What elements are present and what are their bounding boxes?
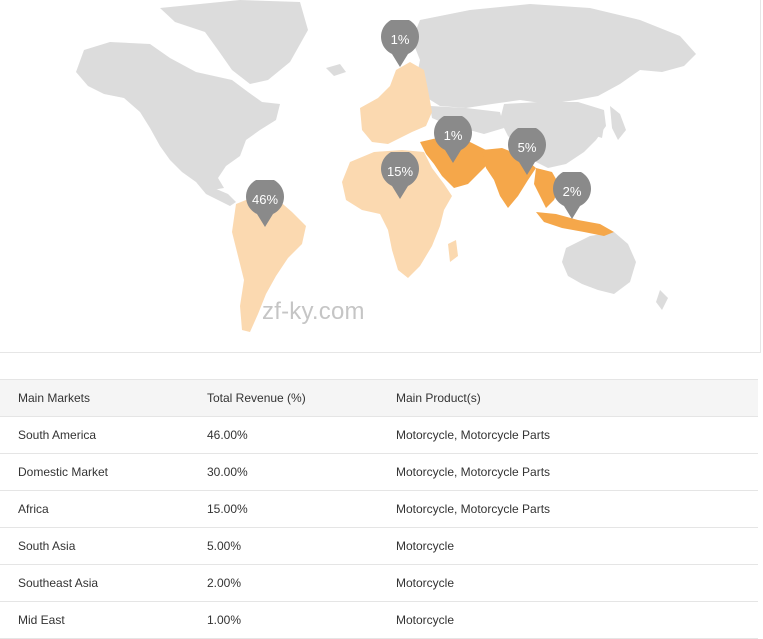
cell-market: Africa xyxy=(0,490,189,528)
main-markets-table: Main Markets Total Revenue (%) Main Prod… xyxy=(0,379,758,639)
world-market-map: zf-ky.com 46% 1% 15% 1% 5% 2% xyxy=(0,0,761,353)
table-header-row: Main Markets Total Revenue (%) Main Prod… xyxy=(0,379,758,417)
map-pin-south-asia[interactable]: 5% xyxy=(507,128,547,176)
map-iceland xyxy=(326,64,346,76)
map-pin-label: 1% xyxy=(390,32,410,47)
column-header-main-products: Main Product(s) xyxy=(378,379,758,417)
map-new-zealand xyxy=(656,290,668,310)
cell-revenue: 30.00% xyxy=(189,453,378,491)
map-japan xyxy=(610,106,626,140)
map-pin-southeast-asia[interactable]: 2% xyxy=(552,172,592,220)
map-pin-label: 15% xyxy=(386,164,414,179)
cell-market: Domestic Market xyxy=(0,453,189,491)
table-row: Africa 15.00% Motorcycle, Motorcycle Par… xyxy=(0,490,758,528)
map-pin-africa[interactable]: 15% xyxy=(380,152,420,200)
table-row: South America 46.00% Motorcycle, Motorcy… xyxy=(0,416,758,454)
cell-revenue: 1.00% xyxy=(189,601,378,639)
table-row: Mid East 1.00% Motorcycle xyxy=(0,601,758,639)
map-australia xyxy=(562,232,636,294)
cell-market: South Asia xyxy=(0,527,189,565)
cell-products: Motorcycle xyxy=(378,564,758,602)
column-header-total-revenue: Total Revenue (%) xyxy=(189,379,378,417)
map-pin-south-america[interactable]: 46% xyxy=(245,180,285,228)
map-madagascar xyxy=(448,240,458,262)
watermark-text: zf-ky.com xyxy=(262,298,365,325)
cell-revenue: 2.00% xyxy=(189,564,378,602)
table-row: Domestic Market 30.00% Motorcycle, Motor… xyxy=(0,453,758,491)
cell-products: Motorcycle, Motorcycle Parts xyxy=(378,416,758,454)
table-row: Southeast Asia 2.00% Motorcycle xyxy=(0,564,758,602)
cell-products: Motorcycle xyxy=(378,601,758,639)
map-pin-domestic-market[interactable]: 1% xyxy=(380,20,420,68)
map-pin-label: 5% xyxy=(517,140,537,155)
map-europe xyxy=(360,62,432,144)
map-pin-mid-east[interactable]: 1% xyxy=(433,116,473,164)
cell-products: Motorcycle, Motorcycle Parts xyxy=(378,490,758,528)
cell-revenue: 46.00% xyxy=(189,416,378,454)
cell-products: Motorcycle, Motorcycle Parts xyxy=(378,453,758,491)
table-row: South Asia 5.00% Motorcycle xyxy=(0,527,758,565)
map-pin-label: 2% xyxy=(562,184,582,199)
column-header-main-markets: Main Markets xyxy=(0,379,189,417)
cell-market: Southeast Asia xyxy=(0,564,189,602)
cell-products: Motorcycle xyxy=(378,527,758,565)
map-pin-label: 46% xyxy=(251,192,279,207)
cell-revenue: 5.00% xyxy=(189,527,378,565)
cell-revenue: 15.00% xyxy=(189,490,378,528)
cell-market: South America xyxy=(0,416,189,454)
cell-market: Mid East xyxy=(0,601,189,639)
map-pin-label: 1% xyxy=(443,128,463,143)
map-russia xyxy=(412,4,696,108)
